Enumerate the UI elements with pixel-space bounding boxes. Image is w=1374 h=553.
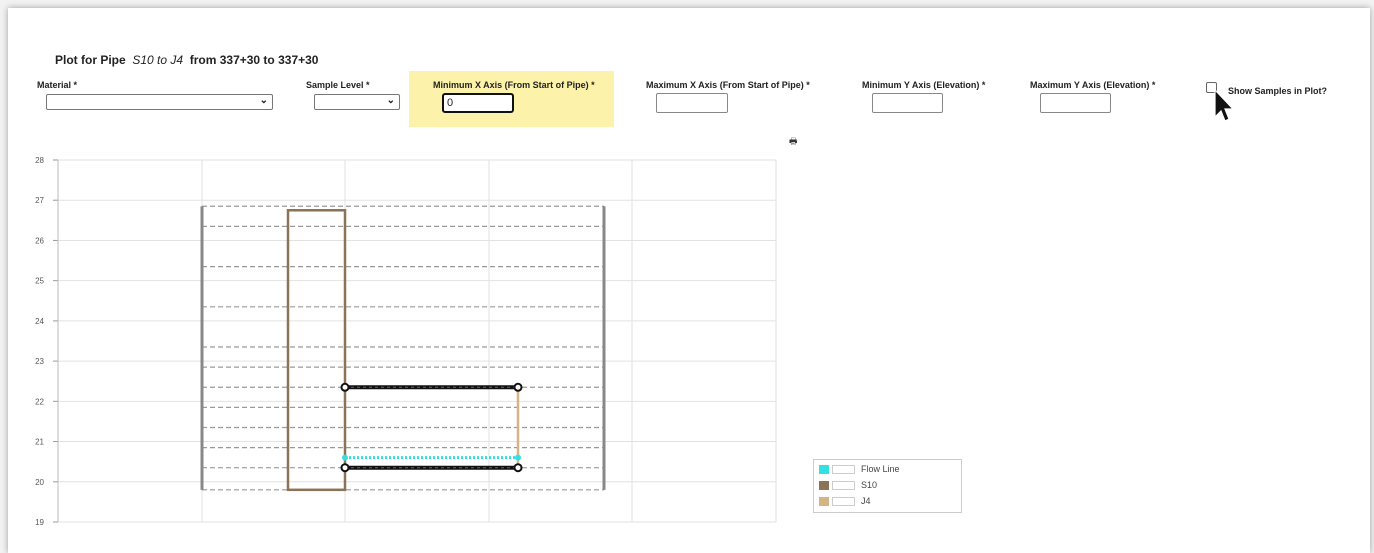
pipe-node [513, 382, 523, 392]
pipe-node [513, 463, 523, 473]
legend-swatch [819, 496, 829, 506]
y-tick-label: 23 [35, 357, 44, 366]
legend-box [832, 496, 855, 506]
y-tick-label: 25 [35, 277, 44, 286]
y-tick-label: 19 [35, 518, 44, 527]
dashed-levels [202, 205, 604, 491]
legend-swatch [819, 480, 829, 490]
y-tick-label: 27 [35, 196, 44, 205]
chart-legend: Flow Line S10 J4 [813, 459, 962, 513]
y-tick-label: 28 [35, 156, 44, 165]
legend-label: S10 [861, 480, 878, 490]
flow-node [342, 454, 348, 461]
legend-item-s10: S10 [819, 478, 877, 492]
legend-label: Flow Line [861, 464, 900, 474]
legend-box [832, 464, 855, 474]
y-axis: 19 20 21 22 23 24 25 26 27 28 [35, 156, 59, 527]
pipe-node [340, 382, 350, 392]
y-tick-label: 22 [35, 397, 44, 406]
legend-item-j4: J4 [819, 494, 871, 508]
y-tick-label: 24 [35, 317, 44, 326]
legend-item-flow-line: Flow Line [819, 462, 900, 476]
legend-box [832, 480, 855, 490]
y-tick-label: 20 [35, 478, 44, 487]
flow-node [515, 454, 521, 461]
y-tick-label: 21 [35, 438, 44, 447]
legend-swatch [819, 464, 829, 474]
pipe-node [340, 463, 350, 473]
y-tick-label: 26 [35, 236, 44, 245]
legend-label: J4 [861, 496, 871, 506]
elevation-chart: 19 20 21 22 23 24 25 26 27 28 [35, 156, 777, 527]
